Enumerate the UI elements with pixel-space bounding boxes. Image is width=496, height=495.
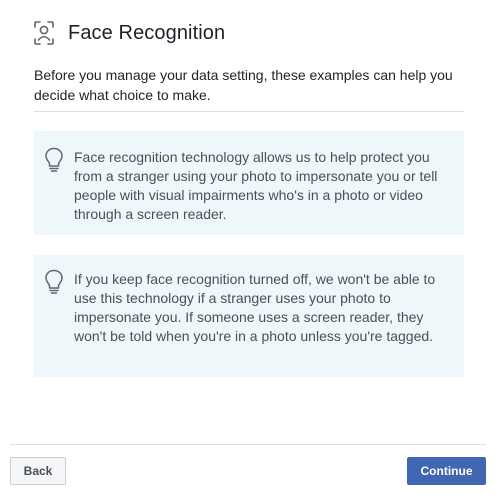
continue-button[interactable]: Continue <box>407 457 486 485</box>
footer-divider <box>10 444 486 445</box>
intro-text: Before you manage your data setting, the… <box>34 67 453 103</box>
example-text: Face recognition technology allows us to… <box>74 149 438 222</box>
back-button[interactable]: Back <box>10 457 66 485</box>
header-divider <box>34 111 464 112</box>
example-text: If you keep face recognition turned off,… <box>74 271 436 344</box>
example-card: If you keep face recognition turned off,… <box>34 255 464 377</box>
dialog-header: Face Recognition <box>34 18 225 48</box>
face-recognition-icon <box>34 21 54 45</box>
lightbulb-icon <box>45 269 63 294</box>
example-card: Face recognition technology allows us to… <box>34 131 464 235</box>
lightbulb-icon <box>45 147 63 172</box>
dialog-title: Face Recognition <box>68 21 226 44</box>
